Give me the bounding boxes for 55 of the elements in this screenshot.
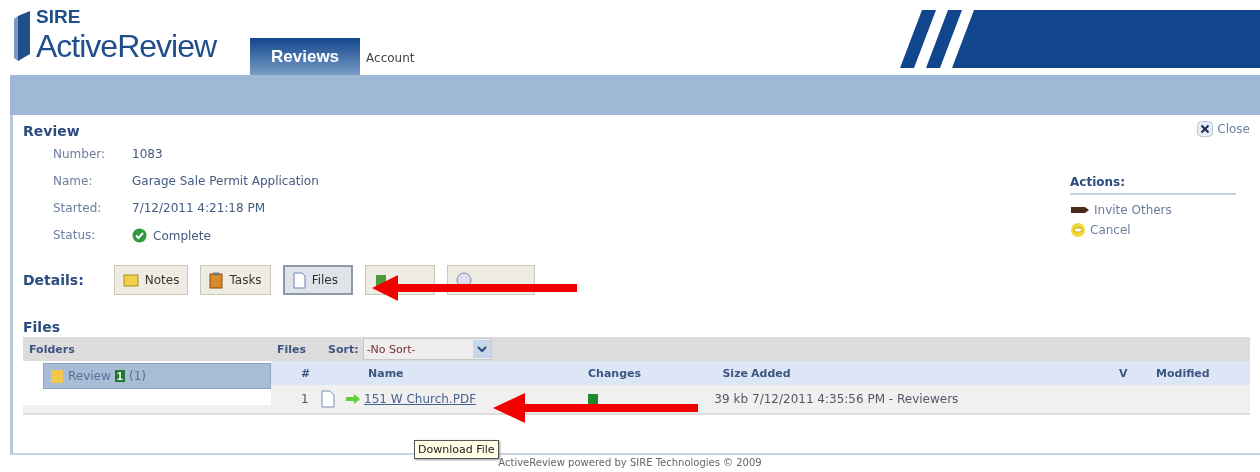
document-icon (321, 390, 335, 408)
table-cell: 7/12/2011 4:35:56 PM - Reviewers (752, 392, 959, 406)
brand-name: ActiveReview (36, 28, 217, 65)
nav-tab[interactable]: Reviews (250, 38, 361, 75)
column-header: Modified (1156, 366, 1210, 380)
note-icon (122, 273, 139, 287)
brand-small: SIRE (36, 6, 82, 28)
field-label: Status: (53, 228, 97, 243)
column-header: Changes (588, 366, 642, 380)
section-title: Files (23, 319, 61, 335)
tooltip: Download File (414, 440, 499, 459)
field-value: Complete (153, 228, 211, 243)
field-value: 7/12/2011 4:21:18 PM (132, 201, 266, 215)
column-header: Name (368, 366, 404, 380)
details-label: Details: (23, 272, 84, 288)
column-header: # (301, 366, 311, 380)
field-label: Name: (53, 174, 94, 188)
column-header: Files (277, 342, 307, 356)
sort-label: Sort: (328, 342, 359, 356)
field-label: Started: (53, 201, 103, 215)
check-icon (132, 228, 147, 243)
column-header: V (1119, 366, 1128, 380)
folder-item[interactable]: Review 1 (1) (43, 363, 271, 389)
close-link[interactable]: Close (1197, 121, 1250, 137)
pen-icon (1070, 205, 1090, 215)
field-value: Garage Sale Permit Application (132, 174, 319, 188)
column-header: Size (722, 366, 748, 380)
folder-icon (50, 368, 64, 384)
action-link[interactable]: Invite Others (1070, 203, 1236, 217)
sort-dropdown[interactable]: -No Sort- (362, 338, 492, 360)
footer-text: ActiveReview powered by SIRE Technologies © 2009 (497, 456, 763, 468)
details-button[interactable]: Tasks (200, 265, 271, 295)
folder-count: (1) (128, 369, 146, 383)
document-icon (292, 271, 306, 289)
count-badge: 1 (114, 370, 125, 382)
column-header: Added (751, 366, 791, 380)
file-link[interactable]: 151 W Church.PDF (364, 392, 477, 406)
column-header: Folders (29, 342, 75, 356)
action-link[interactable]: Cancel (1070, 222, 1236, 238)
field-label: Number: (53, 147, 107, 161)
cancel-icon (1070, 222, 1086, 238)
details-button[interactable]: Notes (113, 265, 189, 295)
chevron-icon (472, 340, 491, 358)
field-value: 1083 (132, 147, 164, 161)
logo-icon (12, 9, 32, 62)
table-cell-text: 39 kb (713, 391, 748, 408)
close-icon (1197, 121, 1214, 137)
change-icon (588, 394, 598, 404)
nav-tab[interactable]: Account (360, 51, 421, 75)
table-cell-text: 1 (301, 391, 310, 408)
clipboard-icon (209, 271, 224, 289)
actions-title: Actions: (1070, 175, 1236, 195)
details-button[interactable]: Files (282, 265, 353, 295)
arrow-icon (346, 394, 360, 404)
section-title: Review (23, 123, 81, 139)
